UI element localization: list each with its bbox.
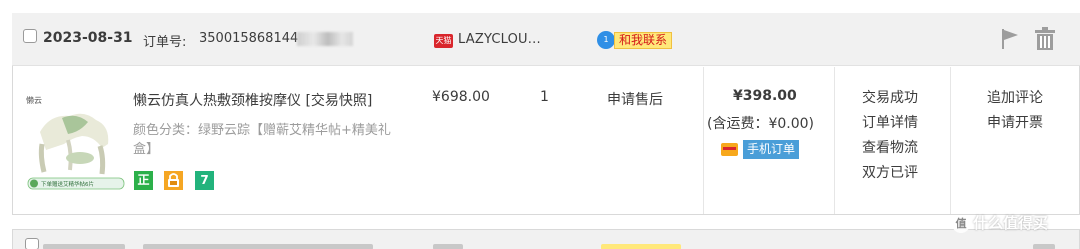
shipping-note: (含运费：¥0.00) [707,116,815,132]
quantity: 1 [540,89,549,105]
view-logistics-link[interactable]: 查看物流 [862,136,918,161]
thumbnail-caption: 下单赠送艾精华帖6片 [41,180,94,188]
order-number: 350015868144 [199,31,299,46]
product-thumbnail[interactable]: 懒云 下单赠送艾精华帖6片 [22,92,132,202]
add-review-link[interactable]: 追加评论 [987,86,1043,111]
next-order-contact-placeholder [601,244,681,249]
product-title-link[interactable]: 懒云仿真人热敷颈椎按摩仪 [133,93,301,109]
payment-card-icon [721,143,738,156]
flag-icon[interactable] [1000,28,1020,50]
thumbnail-brand: 懒云 [26,95,42,105]
trash-icon[interactable] [1034,27,1056,51]
next-order-checkbox[interactable] [25,238,39,249]
next-order-number-placeholder [143,244,373,249]
seven-day-return-badge[interactable]: 7 [195,171,214,190]
lock-guarantee-icon[interactable] [164,171,183,190]
trade-snapshot-link[interactable]: [交易快照] [305,93,372,109]
order-total: ¥398.00 [733,88,797,104]
column-divider [703,67,704,214]
order-date: 2023-08-31 [43,30,133,46]
next-order-trash-placeholder [1033,244,1055,249]
order-select-checkbox[interactable] [23,29,37,43]
next-order-date-placeholder [43,244,125,249]
mobile-order-label: 手机订单 [743,140,800,159]
after-sale-link[interactable]: 申请售后 [607,89,663,109]
tmall-shop-icon: 天猫 [434,34,453,48]
unit-price: ¥698.00 [432,89,490,105]
next-order-shop-placeholder [433,244,463,249]
trade-status-text: 交易成功 [862,90,918,106]
authentic-guarantee-badge[interactable]: 正 [134,171,153,190]
product-variant: 颜色分类：绿野云踪【赠蕲艾精华帖+精美礼盒】 [133,123,391,157]
order-details-link[interactable]: 订单详情 [862,111,918,136]
next-order-header [12,229,1080,249]
column-divider [950,67,951,214]
watermark-text: 什么值得买 [973,214,1049,232]
order-status-column: 交易成功 订单详情 查看物流 双方已评 [862,86,918,186]
chat-bubble-icon: 1 [597,31,615,49]
contact-seller-label: 和我联系 [614,32,673,49]
product-title: 懒云仿真人热敷颈椎按摩仪 [交易快照] [133,91,403,111]
order-number-label: 订单号: [143,35,187,50]
site-watermark: 值什么值得买 [952,212,1048,233]
request-invoice-link[interactable]: 申请开票 [987,111,1043,136]
watermark-logo-icon: 值 [952,214,970,233]
shop-name-link[interactable]: LAZYCLOU... [458,32,541,47]
order-number-redaction [297,32,353,46]
both-reviewed-text: 双方已评 [862,165,918,181]
order-operations-column: 追加评论 申请开票 [987,86,1043,136]
column-divider [834,67,835,214]
